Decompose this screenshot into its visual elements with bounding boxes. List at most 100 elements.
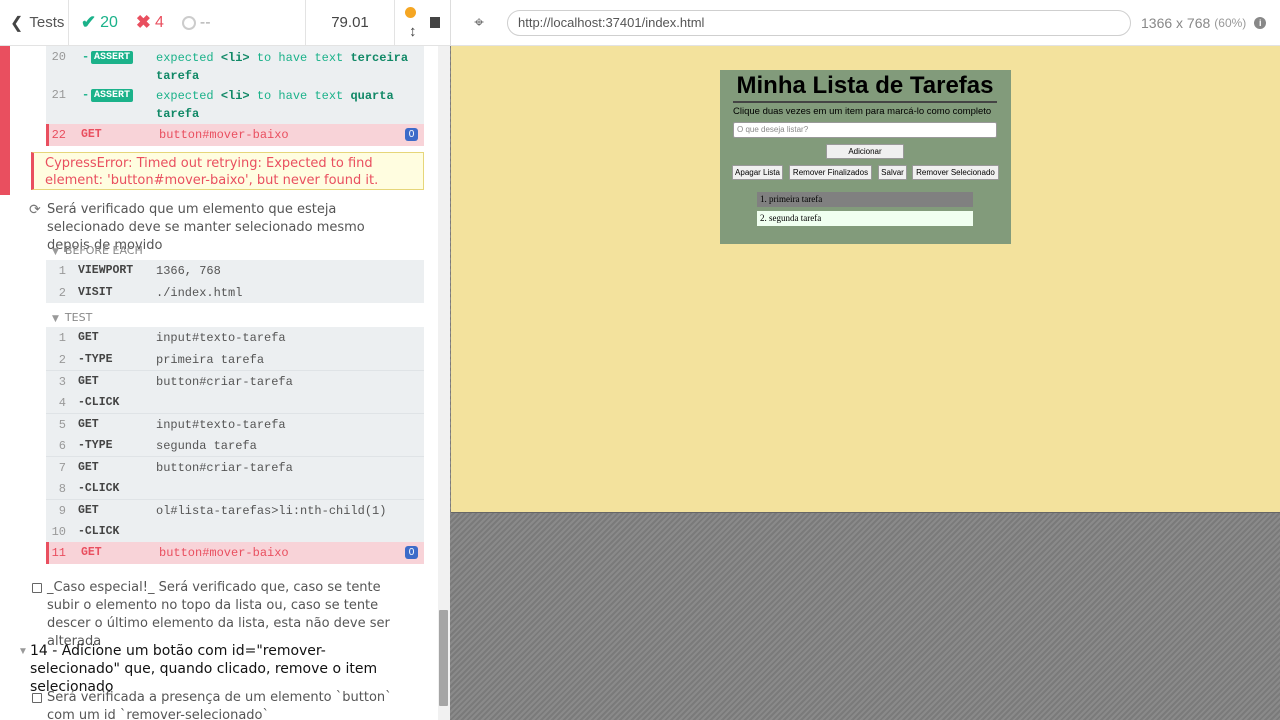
command-message: primeira tarefa [156, 352, 265, 367]
command-get-failed[interactable]: 22 GET button#mover-baixo 0 [46, 124, 424, 146]
assert-badge: ASSERT [91, 51, 134, 64]
task-item-selected[interactable]: 1. primeira tarefa [757, 192, 973, 207]
command-message: input#texto-tarefa [156, 331, 286, 345]
command-assert[interactable]: 20 - ASSERT expected <li> to have text t… [46, 46, 424, 84]
hook-label: TEST [64, 311, 93, 324]
command-name: GET [78, 418, 99, 431]
app-container: Minha Lista de Tarefas Clique duas vezes… [720, 70, 1011, 244]
save-button[interactable]: Salvar [878, 165, 907, 180]
task-item[interactable]: 2. segunda tarefa [757, 211, 973, 226]
add-task-button[interactable]: Adicionar [826, 144, 904, 159]
command-visit[interactable]: 2 VISIT ./index.html [46, 282, 424, 304]
stop-icon[interactable] [429, 17, 440, 28]
command-number: 7 [58, 461, 66, 475]
run-controls: ↕ [395, 0, 450, 46]
assert-element: <li> [220, 89, 250, 103]
crosshair-icon: ⌖ [474, 12, 484, 32]
stats: ✔ 20 ✖ 4 -- [69, 0, 305, 46]
command-row[interactable]: 1 GET input#texto-tarefa [46, 327, 424, 349]
command-row[interactable]: 9 GET ol#lista-tarefas>li:nth-child(1) [46, 499, 424, 521]
command-number: 22 [51, 128, 66, 142]
pending-test-icon [32, 693, 42, 703]
failed-test-indicator [0, 46, 10, 195]
command-message: segunda tarefa [156, 438, 257, 453]
test-commands: 1 GET input#texto-tarefa 2 -TYPE primeir… [46, 327, 424, 564]
auto-scroll-toggle[interactable]: ↕ [405, 5, 430, 41]
command-row[interactable]: 6 -TYPE segunda tarefa [46, 435, 424, 457]
command-row[interactable]: 5 GET input#texto-tarefa [46, 413, 424, 435]
scrollbar[interactable] [438, 46, 450, 720]
command-name: -TYPE [78, 352, 113, 366]
failed-command-block: 22 GET button#mover-baixo 0 [46, 124, 424, 146]
url-bar[interactable]: http://localhost:37401/index.html [507, 9, 1131, 36]
command-name: VISIT [78, 285, 113, 299]
info-icon: i [1254, 16, 1267, 29]
assert-pre: expected [156, 51, 214, 65]
command-row[interactable]: 3 GET button#criar-tarefa [46, 370, 424, 392]
command-name: GET [81, 128, 102, 141]
command-number: 21 [51, 88, 66, 102]
error-text: CypressError: Timed out retrying: Expect… [45, 156, 379, 188]
viewport-size: 1366 x 768 [1141, 14, 1211, 31]
command-row[interactable]: 2 -TYPE primeira tarefa [46, 349, 424, 371]
assert-badge: ASSERT [91, 89, 134, 102]
assert-dash: - [82, 88, 90, 102]
app-instructions: Clique duas vezes em um item para marcá-… [733, 106, 992, 117]
error-message[interactable]: CypressError: Timed out retrying: Expect… [31, 152, 424, 190]
command-row[interactable]: 4 -CLICK [46, 392, 424, 414]
command-name: GET [78, 504, 99, 517]
scrollbar-thumb[interactable] [439, 610, 448, 706]
pending-stat: -- [181, 13, 211, 32]
command-row[interactable]: 8 -CLICK [46, 478, 424, 500]
test-title[interactable]: Será verificada a presença de um element… [47, 689, 397, 720]
command-viewport[interactable]: 1 VIEWPORT 1366, 768 [46, 260, 424, 282]
command-number: 20 [51, 50, 66, 64]
task-input[interactable]: O que deseja listar? [733, 122, 997, 138]
command-number: 10 [51, 524, 66, 539]
command-row[interactable]: 7 GET button#criar-tarefa [46, 456, 424, 478]
duration-value: 79.01 [331, 14, 369, 31]
url-text: http://localhost:37401/index.html [518, 15, 705, 30]
element-count-badge: 0 [405, 128, 418, 141]
selector-playground-button[interactable]: ⌖ [451, 13, 507, 33]
hook-before-each[interactable]: ▼ BEFORE EACH [52, 244, 143, 257]
command-message: input#texto-tarefa [156, 418, 286, 432]
pending-count: -- [199, 13, 211, 31]
element-count-badge: 0 [405, 546, 418, 559]
command-message: button#mover-baixo [159, 128, 289, 142]
x-icon: ✖ [135, 12, 151, 32]
assert-mid: to have text [256, 89, 344, 103]
command-name: GET [78, 375, 99, 388]
command-message: ./index.html [156, 285, 243, 300]
command-message: button#criar-tarefa [156, 461, 293, 475]
viewport-info[interactable]: 1366 x 768 (60%) i [1141, 14, 1267, 31]
caret-down-icon: ▼ [18, 646, 28, 657]
reporter-panel: 20 - ASSERT expected <li> to have text t… [0, 46, 450, 720]
viewport-scale: (60%) [1214, 15, 1247, 30]
command-name: GET [78, 331, 99, 344]
test-title[interactable]: _Caso especial!_ Será verificado que, ca… [47, 579, 397, 651]
before-each-commands: 1 VIEWPORT 1366, 768 2 VISIT ./index.htm… [46, 260, 424, 303]
duration: 79.01 [305, 0, 395, 46]
passed-stat: ✔ 20 [81, 12, 118, 33]
command-number: 3 [58, 375, 66, 389]
command-name: VIEWPORT [78, 264, 134, 277]
pending-test-icon [32, 583, 42, 593]
command-number: 2 [58, 285, 66, 300]
command-message: button#mover-baixo [159, 546, 289, 560]
assert-mid: to have text [256, 51, 344, 65]
tests-button[interactable]: ❮ Tests [0, 0, 69, 46]
check-icon: ✔ [81, 12, 97, 32]
command-row[interactable]: 10 -CLICK [46, 521, 424, 543]
command-number: 6 [58, 438, 66, 453]
suite-title[interactable]: 14 - Adicione um botão com id="remover-s… [30, 642, 410, 696]
command-number: 1 [58, 264, 66, 278]
hook-test[interactable]: ▼ TEST [52, 311, 92, 324]
assert-message: expected <li> to have text terceira tare… [156, 49, 420, 85]
clear-list-button[interactable]: Apagar Lista [732, 165, 783, 180]
reporter-header: ❮ Tests ✔ 20 ✖ 4 -- 79.01 ↕ [0, 0, 450, 46]
remove-finished-button[interactable]: Remover Finalizados [789, 165, 872, 180]
command-get-failed[interactable]: 11 GET button#mover-baixo 0 [46, 542, 424, 564]
command-assert[interactable]: 21 - ASSERT expected <li> to have text q… [46, 84, 424, 124]
remove-selected-button[interactable]: Remover Selecionado [912, 165, 999, 180]
